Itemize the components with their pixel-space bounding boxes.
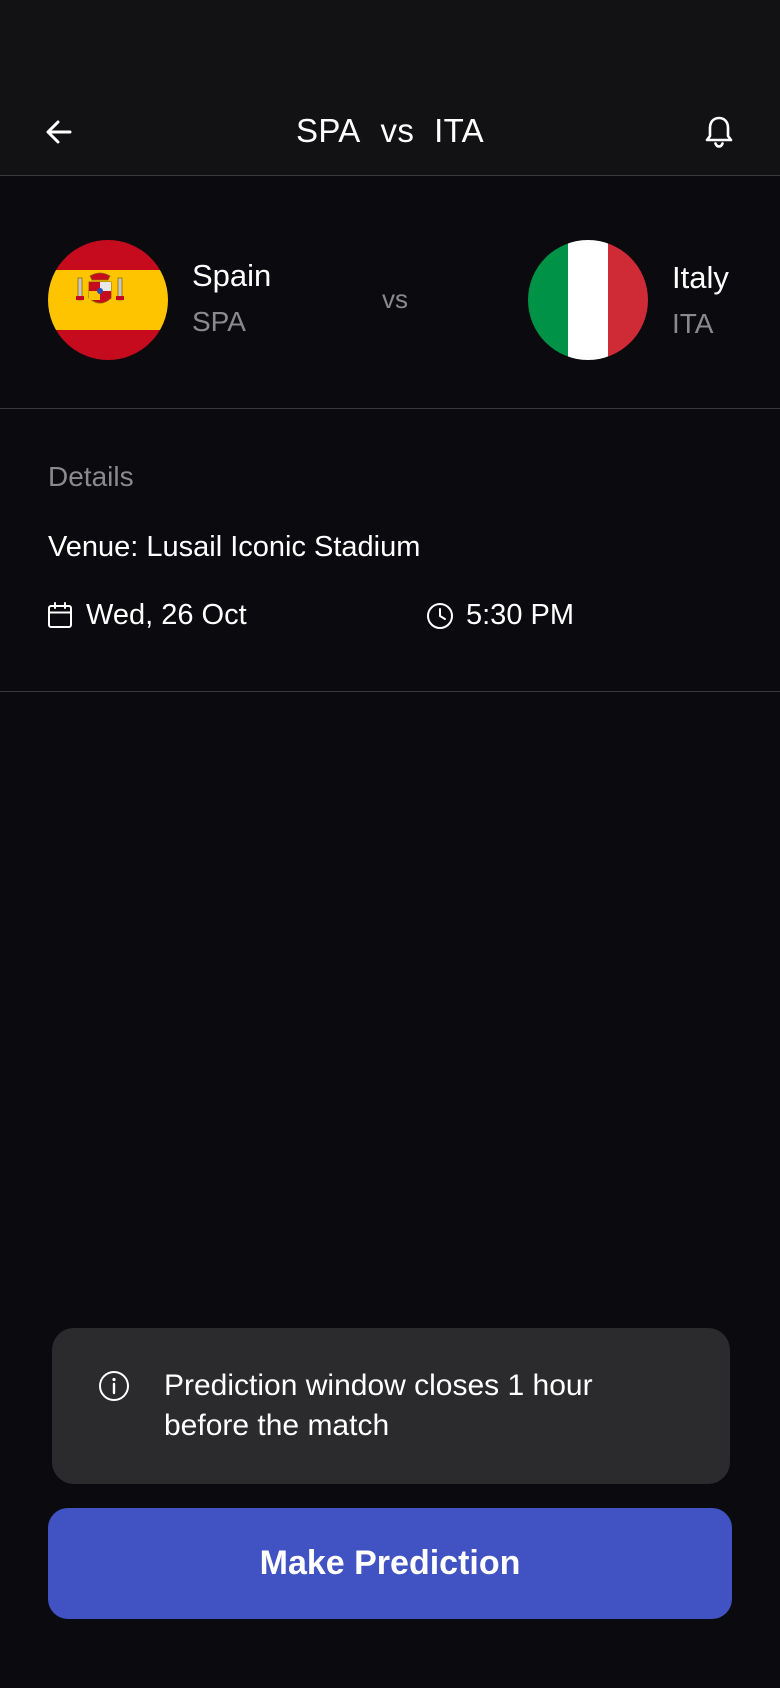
bell-icon	[704, 115, 734, 154]
clock-icon	[426, 602, 454, 630]
notification-button[interactable]	[694, 109, 744, 159]
away-team-name: Italy	[672, 260, 729, 295]
match-details: Details Venue: Lusail Iconic Stadium Wed…	[0, 409, 780, 692]
match-date: Wed, 26 Oct	[86, 599, 247, 631]
match-time: 5:30 PM	[466, 599, 574, 631]
back-button[interactable]	[34, 109, 84, 159]
calendar-icon	[46, 601, 74, 630]
title-away-code: ITA	[434, 111, 484, 149]
date-row: Wed, 26 Oct	[46, 599, 247, 632]
venue-text: Venue: Lusail Iconic Stadium	[48, 531, 421, 563]
top-app-bar: SPA vs ITA	[0, 85, 780, 176]
spain-flag	[48, 240, 168, 360]
prediction-notice: Prediction window closes 1 hour before t…	[52, 1328, 730, 1484]
arrow-left-icon	[44, 117, 74, 152]
make-prediction-button[interactable]: Make Prediction	[48, 1508, 732, 1619]
time-row: 5:30 PM	[426, 599, 574, 632]
title-vs: vs	[380, 111, 415, 149]
home-team-code: SPA	[192, 306, 246, 337]
match-header: Spain SPA vs Italy ITA	[0, 176, 780, 409]
versus-label: vs	[382, 284, 408, 314]
notice-text: Prediction window closes 1 hour before t…	[164, 1369, 593, 1442]
away-team-code: ITA	[672, 308, 714, 339]
page-title: SPA vs ITA	[0, 85, 780, 176]
status-bar	[0, 0, 780, 85]
home-team-name: Spain	[192, 258, 272, 293]
italy-flag	[528, 240, 648, 360]
details-heading: Details	[48, 461, 134, 492]
info-icon	[98, 1370, 130, 1402]
title-home-code: SPA	[296, 111, 361, 149]
